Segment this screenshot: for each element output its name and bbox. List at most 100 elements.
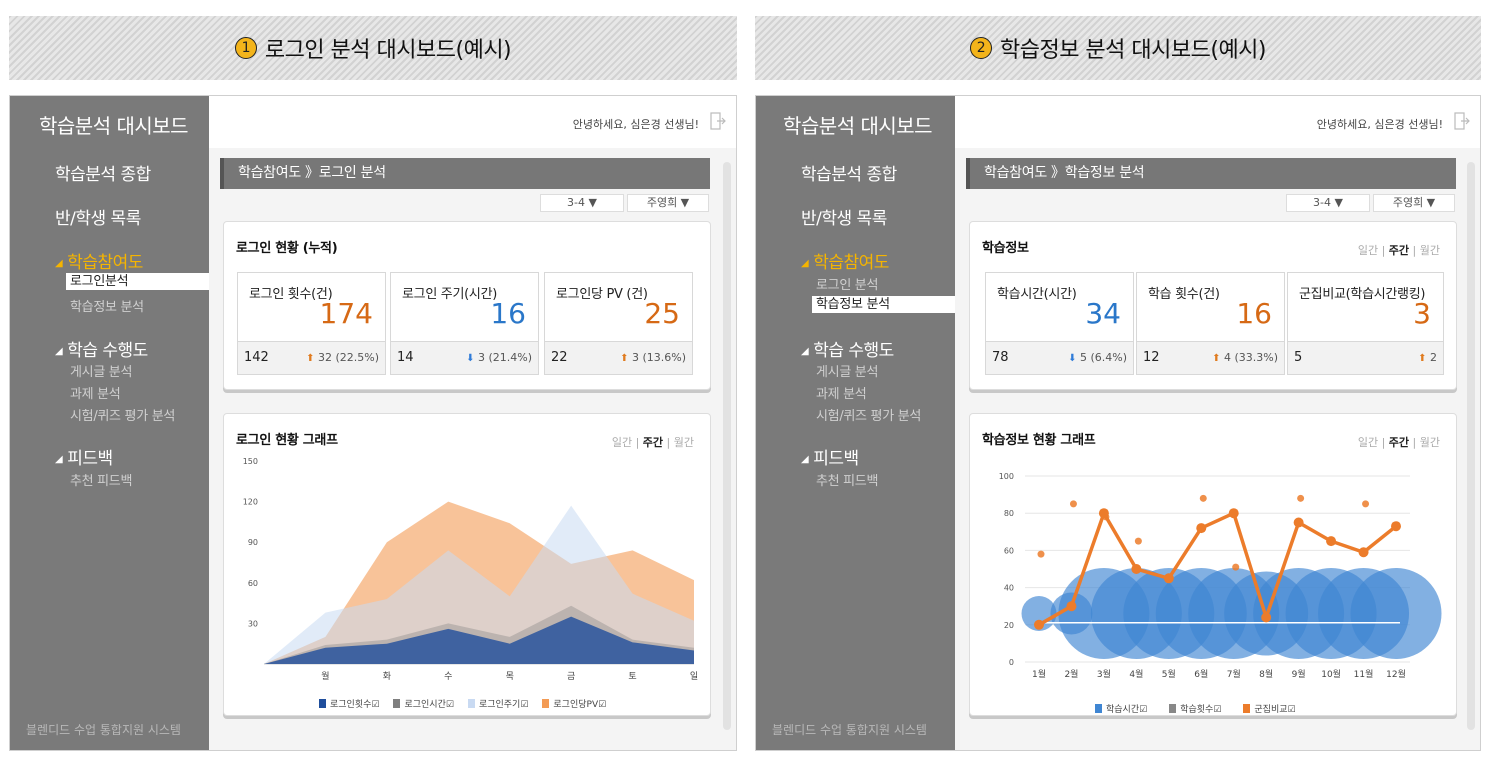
nav-quiz-analysis[interactable]: 시험/퀴즈 평가 분석	[70, 405, 175, 424]
app-brand[interactable]: 학습분석 대시보드	[783, 110, 933, 139]
nav-login-analysis[interactable]: 로그인분석	[66, 273, 209, 290]
x-tick-label: 4월	[1129, 668, 1143, 680]
arrow-up-icon: ⬆	[620, 353, 629, 364]
legend-item[interactable]: 로그인당PV☑	[542, 697, 606, 710]
x-tick-label: 일	[690, 671, 698, 682]
nav-login-analysis[interactable]: 로그인 분석	[816, 274, 878, 293]
nav-performance[interactable]: ◢ 학습 수행도	[55, 336, 148, 361]
x-tick-label: 9월	[1292, 668, 1306, 680]
system-footer: 블렌디드 수업 통합지원 시스템	[772, 723, 927, 737]
triangle-icon: ◢	[55, 258, 63, 269]
logout-icon[interactable]	[710, 112, 726, 130]
user-greeting: 안녕하세요, 심은경 선생님!	[572, 118, 699, 131]
line-point	[1261, 612, 1272, 623]
student-select[interactable]: 주영희 ▼	[1373, 194, 1455, 212]
legend-label: 로그인주기☑	[478, 700, 529, 710]
y-tick-label: 90	[248, 538, 258, 547]
dot-point	[1362, 500, 1370, 508]
nav-recommended-feedback[interactable]: 추천 피드백	[70, 470, 132, 489]
x-tick-label: 3월	[1097, 668, 1111, 680]
login-graph-card: 로그인 현황 그래프 일간 | 주간 | 월간 30 60 90 120 150 월 화 수 목…	[223, 413, 711, 716]
x-tick-label: 6월	[1194, 668, 1208, 680]
nav-post-analysis[interactable]: 게시글 분석	[70, 361, 132, 380]
dashboard-panel-learning-info: 2 학습정보 분석 대시보드(예시) 학습분석 대시보드 학습분석 종합 반/학…	[755, 0, 1481, 761]
dot-point	[1199, 494, 1207, 502]
x-tick-label: 10월	[1321, 668, 1341, 680]
stat-delta: 2	[1430, 351, 1437, 364]
line-point	[1066, 601, 1077, 612]
line-point	[1196, 523, 1207, 534]
stat-delta: 3 (13.6%)	[631, 351, 686, 364]
line-point	[1131, 564, 1142, 574]
x-tick-label: 수	[444, 671, 452, 682]
triangle-icon: ◢	[55, 346, 63, 357]
nav-performance[interactable]: ◢ 학습 수행도	[801, 336, 894, 361]
app-window: 학습분석 대시보드 학습분석 종합 반/학생 목록 ◢ 학습참여도 로그인 분석 …	[755, 95, 1481, 751]
bubble-point	[1350, 568, 1442, 659]
period-monthly[interactable]: 월간	[1420, 244, 1440, 257]
nav-quiz-analysis[interactable]: 시험/퀴즈 평가 분석	[816, 405, 921, 424]
stat-pv-per-login: 로그인당 PV (건) 25 22 ⬆ 3 (13.6%)	[544, 272, 693, 375]
legend-item[interactable]: 군집비교☑	[1243, 702, 1296, 715]
nav-assignment-analysis[interactable]: 과제 분석	[70, 383, 121, 402]
line-point	[1228, 508, 1239, 519]
y-tick-label: 150	[243, 457, 258, 466]
legend-label: 군집비교☑	[1254, 705, 1296, 715]
breadcrumb: 학습참여도 》로그인 분석	[220, 158, 710, 189]
legend-swatch	[542, 699, 550, 708]
login-stats-card: 로그인 현황 (누적) 로그인 횟수(건) 174 142 ⬆ 32 (22.5…	[223, 221, 711, 390]
legend-item[interactable]: 로그인주기☑	[467, 697, 529, 710]
y-tick-label: 120	[243, 498, 258, 507]
legend-label: 로그인당PV☑	[553, 700, 607, 710]
x-tick-label: 화	[383, 671, 391, 682]
nav-summary[interactable]: 학습분석 종합	[55, 160, 151, 185]
nav-assignment-analysis[interactable]: 과제 분석	[816, 383, 867, 402]
class-select[interactable]: 3-4 ▼	[1286, 194, 1370, 212]
dot-point	[1069, 500, 1077, 508]
nav-feedback[interactable]: ◢ 피드백	[55, 444, 113, 469]
legend-swatch	[319, 699, 326, 708]
line-point	[1326, 536, 1337, 547]
card-title: 로그인 현황 (누적)	[236, 241, 338, 256]
stat-prev-value: 78	[992, 350, 1009, 365]
y-tick-label: 80	[1004, 509, 1014, 518]
class-select[interactable]: 3-4 ▼	[540, 194, 624, 212]
nav-recommended-feedback[interactable]: 추천 피드백	[816, 470, 878, 489]
app-brand[interactable]: 학습분석 대시보드	[39, 110, 189, 139]
legend-item[interactable]: 로그인횟수☑	[319, 697, 379, 710]
legend-swatch	[1169, 704, 1177, 713]
stat-label: 학습시간(시간)	[997, 287, 1077, 302]
nav-learning-info-analysis[interactable]: 학습정보 분석	[70, 296, 144, 315]
student-select[interactable]: 주영희 ▼	[627, 194, 709, 212]
nav-student-list[interactable]: 반/학생 목록	[55, 204, 141, 229]
stat-learning-count: 학습 횟수(건) 16 12 ⬆ 4 (33.3%)	[1136, 272, 1285, 375]
legend-item[interactable]: 학습횟수☑	[1169, 702, 1221, 715]
stat-value: 16	[490, 297, 526, 330]
nav-participation[interactable]: ◢ 학습참여도	[55, 248, 143, 273]
learning-graph-card: 학습정보 현황 그래프 일간 | 주간 | 월간 0 20 40 60 80 100 1월 2…	[969, 413, 1457, 716]
legend-item[interactable]: 학습시간☑	[1095, 702, 1147, 715]
line-point	[1163, 573, 1174, 584]
sidebar: 학습분석 대시보드 학습분석 종합 반/학생 목록 ◢ 학습참여도 로그인 분석 …	[756, 96, 955, 750]
stat-value: 174	[319, 297, 373, 330]
stat-label: 군집비교(학습시간랭킹)	[1299, 287, 1426, 302]
triangle-icon: ◢	[55, 454, 63, 465]
nav-feedback[interactable]: ◢ 피드백	[801, 444, 859, 469]
scrollbar[interactable]	[723, 162, 731, 730]
scrollbar[interactable]	[1467, 162, 1475, 730]
legend-swatch	[393, 699, 401, 708]
legend-item[interactable]: 로그인시간☑	[393, 697, 454, 710]
logout-icon[interactable]	[1454, 112, 1470, 130]
arrow-up-icon: ⬆	[1418, 353, 1427, 364]
nav-participation[interactable]: ◢ 학습참여도	[801, 248, 889, 273]
nav-summary[interactable]: 학습분석 종합	[801, 160, 897, 185]
nav-learning-info-analysis[interactable]: 학습정보 분석	[812, 296, 955, 313]
nav-student-list[interactable]: 반/학생 목록	[801, 204, 887, 229]
learning-stats-card: 학습정보 일간 | 주간 | 월간 학습시간(시간) 34 78 ⬇ 5 (6.…	[969, 221, 1457, 390]
stat-label: 로그인 주기(시간)	[402, 287, 497, 302]
period-daily[interactable]: 일간	[1358, 244, 1378, 257]
y-tick-label: 100	[999, 472, 1014, 481]
stat-learning-time: 학습시간(시간) 34 78 ⬇ 5 (6.4%)	[985, 272, 1134, 375]
nav-post-analysis[interactable]: 게시글 분석	[816, 361, 878, 380]
period-weekly[interactable]: 주간	[1389, 244, 1409, 257]
